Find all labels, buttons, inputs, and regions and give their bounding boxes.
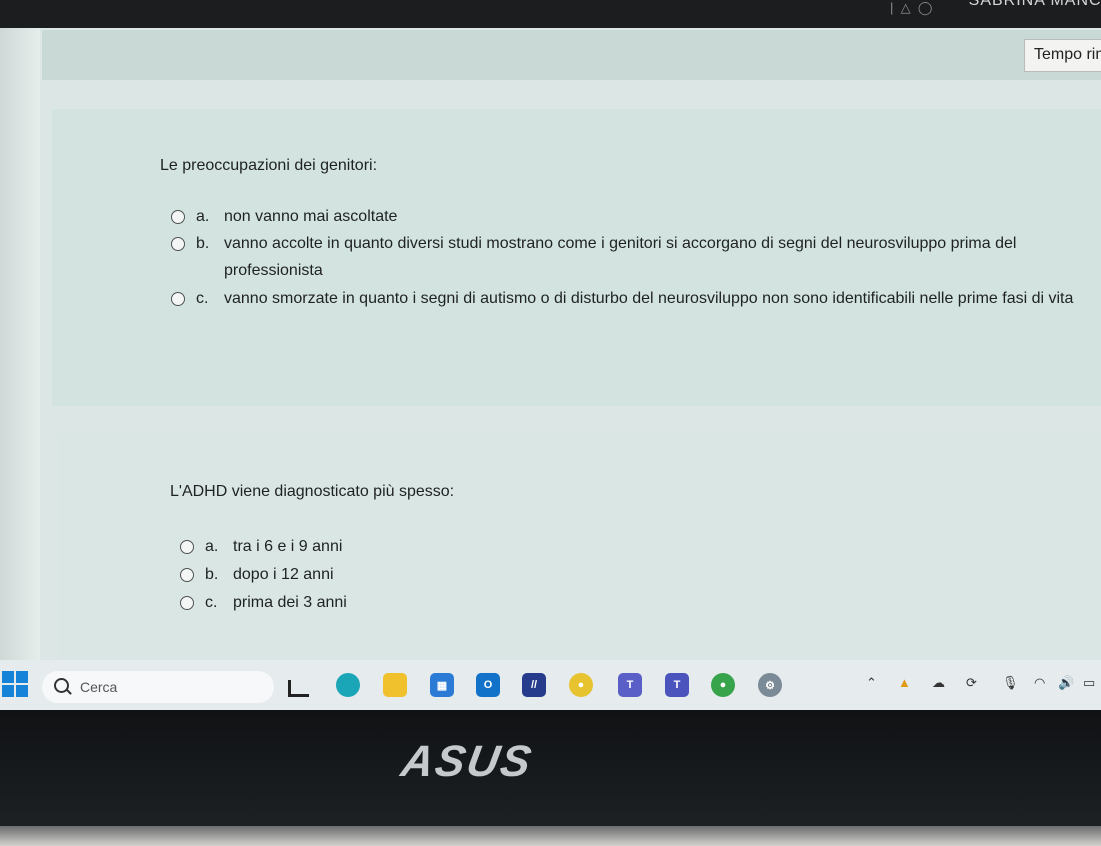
page-margin [0,28,40,668]
quiz-page: Tempo rimasto Le preoccupazioni dei geni… [0,28,1101,710]
warning-icon[interactable]: ▲ [898,675,911,690]
question-1-option-c[interactable]: c. vanno smorzate in quanto i segni di a… [171,290,1101,312]
question-1-prompt: Le preoccupazioni dei genitori: [160,157,378,174]
laptop-edge [0,826,1101,846]
microphone-icon[interactable]: 🎙 [1002,675,1019,691]
user-name[interactable]: SABRINA MANCI [969,0,1101,10]
option-text: prima dei 3 anni [233,594,347,611]
timer-banner: Tempo rimasto [42,30,1101,80]
search-icon [54,678,69,693]
speaker-icon[interactable]: 🔊 [1058,675,1074,691]
option-letter: b. [205,566,219,583]
radio-button[interactable] [180,596,194,610]
search-placeholder: Cerca [80,679,118,695]
option-text: non vanno mai ascoltate [224,208,398,225]
edge-icon[interactable] [336,673,360,697]
question-2-prompt: L'ADHD viene diagnosticato più spesso: [170,483,455,500]
option-text: dopo i 12 anni [233,566,334,583]
settings-icon[interactable]: ⚙ [758,673,782,697]
file-explorer-icon[interactable] [288,680,309,697]
question-2-option-b[interactable]: b. dopo i 12 anni [180,566,334,588]
wifi-icon[interactable]: ◠ [1034,675,1045,691]
option-text: vanno accolte in quanto diversi studi mo… [224,235,1017,279]
chrome-icon[interactable]: ● [569,673,593,697]
option-letter: c. [196,290,209,307]
chrome-profile-icon[interactable]: ● [711,673,735,697]
radio-button[interactable] [180,540,194,554]
outlook-icon[interactable]: O [476,673,500,697]
folder-icon[interactable] [383,673,407,697]
option-letter: c. [205,594,218,611]
time-remaining-label: Tempo rimasto [1024,39,1101,72]
option-letter: a. [196,208,210,225]
teams-work-icon[interactable]: T [665,673,689,697]
question-1-option-b[interactable]: b. vanno accolte in quanto diversi studi… [171,235,1084,284]
question-1-option-a[interactable]: a. non vanno mai ascoltate [171,208,1084,230]
cloud-icon[interactable]: ☁ [932,675,945,691]
radio-button[interactable] [180,568,194,582]
teams-icon[interactable]: T [618,673,642,697]
moodle-icon[interactable]: // [522,673,546,697]
question-2-option-c[interactable]: c. prima dei 3 anni [180,594,347,616]
windows-taskbar: Cerca ▦ O // ● T T ● ⚙ ⌃ ▲ ☁ ⟳ 🎙 ◠ 🔊 ▭ [0,660,1101,710]
chevron-up-icon[interactable]: ⌃ [866,675,877,691]
radio-button[interactable] [171,237,185,251]
option-text: tra i 6 e i 9 anni [233,538,343,555]
windows-logo-icon [2,671,14,683]
onedrive-icon[interactable]: ⟳ [966,675,977,691]
taskbar-search[interactable]: Cerca [42,671,274,703]
option-text: vanno smorzate in quanto i segni di auti… [224,290,1074,307]
asus-logo: ASUS [397,737,537,786]
browser-top-bar: | △ ◯ SABRINA MANCI [0,0,1101,28]
store-icon[interactable]: ▦ [430,673,454,697]
user-menu-icons[interactable]: | △ ◯ [890,0,932,16]
question-1-card: Le preoccupazioni dei genitori: a. non v… [52,109,1101,406]
radio-button[interactable] [171,292,185,306]
radio-button[interactable] [171,210,185,224]
option-letter: a. [205,538,219,555]
battery-icon[interactable]: ▭ [1083,675,1095,691]
question-2-card: L'ADHD viene diagnosticato più spesso: a… [58,434,1101,662]
question-2-option-a[interactable]: a. tra i 6 e i 9 anni [180,538,342,560]
option-letter: b. [196,235,210,252]
start-button[interactable] [2,671,28,697]
